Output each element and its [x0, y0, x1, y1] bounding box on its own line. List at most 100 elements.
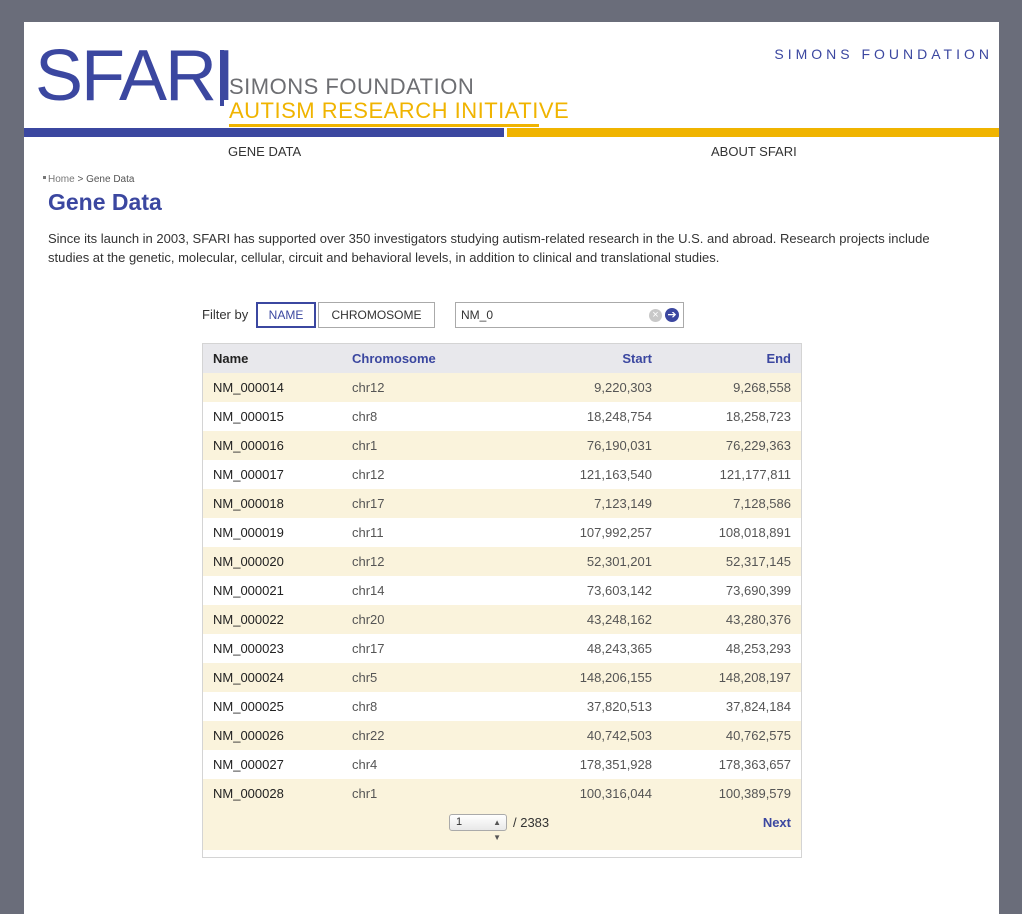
cell-name[interactable]: NM_000027: [203, 750, 352, 779]
cell-start: 48,243,365: [586, 641, 652, 656]
cell-end: 37,824,184: [725, 699, 791, 714]
cell-end: 76,229,363: [652, 431, 801, 460]
page: SFARI SIMONS FOUNDATION AUTISM RESEARCH …: [24, 22, 999, 914]
cell-name[interactable]: NM_000014: [203, 373, 352, 402]
cell-start: 76,190,031: [502, 431, 652, 460]
cell-end: 108,018,891: [718, 525, 791, 540]
breadcrumb-separator: >: [74, 174, 87, 185]
cell-end: 43,280,376: [652, 605, 801, 634]
cell-start: 7,123,149: [502, 489, 652, 518]
cell-start: 9,220,303: [502, 373, 652, 402]
cell-end: 18,258,723: [725, 409, 791, 424]
search-box: × ➔: [455, 302, 684, 328]
cell-chromosome: chr1: [352, 779, 502, 808]
table-row[interactable]: NM_000026 chr22 40,742,503 40,762,575: [203, 721, 801, 750]
cell-name[interactable]: NM_000019: [203, 518, 352, 547]
cell-chromosome: chr5: [352, 663, 502, 692]
cell-name[interactable]: NM_000017: [203, 460, 352, 489]
cell-chromosome: chr17: [352, 489, 502, 518]
search-input[interactable]: [461, 307, 641, 323]
gene-table-container: Name Chromosome Start End NM_000014 chr12…: [202, 343, 802, 858]
cell-start: 18,248,754: [586, 409, 652, 424]
table-row[interactable]: NM_000019 chr11 107,992,257 108,018,891: [203, 518, 801, 547]
column-header-name[interactable]: Name: [203, 344, 352, 373]
cell-start: 121,163,540: [579, 467, 652, 482]
cell-start: 178,351,928: [579, 757, 652, 772]
cell-start: 40,742,503: [502, 721, 652, 750]
column-header-start[interactable]: Start: [502, 344, 652, 373]
cell-name[interactable]: NM_000020: [203, 547, 352, 576]
cell-name[interactable]: NM_000015: [203, 402, 352, 431]
next-page-link[interactable]: Next: [763, 815, 791, 830]
arrow-right-icon[interactable]: ➔: [665, 308, 679, 322]
filter-chromosome-button[interactable]: CHROMOSOME: [318, 302, 435, 328]
cell-start: 107,992,257: [579, 525, 652, 540]
cell-chromosome: chr8: [352, 699, 378, 714]
table-header-row: Name Chromosome Start End: [203, 344, 801, 373]
cell-chromosome: chr4: [352, 757, 378, 772]
table-row[interactable]: NM_000027 chr4 178,351,928 178,363,657: [203, 750, 801, 779]
cell-name[interactable]: NM_000022: [203, 605, 352, 634]
cell-chromosome: chr11: [352, 525, 384, 540]
breadcrumb-current: Gene Data: [86, 174, 135, 185]
table-row[interactable]: NM_000022 chr20 43,248,162 43,280,376: [203, 605, 801, 634]
logo-line-1: SIMONS FOUNDATION: [229, 74, 475, 99]
filter-name-button[interactable]: NAME: [256, 302, 316, 328]
table-row[interactable]: NM_000025 chr8 37,820,513 37,824,184: [203, 692, 801, 721]
select-arrows-icon: ▲ ▼: [493, 818, 501, 842]
cell-chromosome: chr17: [352, 641, 385, 656]
cell-name[interactable]: NM_000026: [203, 721, 352, 750]
cell-start: 43,248,162: [502, 605, 652, 634]
cell-chromosome: chr12: [352, 373, 502, 402]
breadcrumb-home-link[interactable]: Home: [48, 174, 75, 185]
clear-icon[interactable]: ×: [649, 309, 662, 322]
table-row[interactable]: NM_000028 chr1 100,316,044 100,389,579: [203, 779, 801, 808]
nav-about-sfari[interactable]: ABOUT SFARI: [711, 144, 797, 159]
cell-end: 48,253,293: [725, 641, 791, 656]
table-row[interactable]: NM_000018 chr17 7,123,149 7,128,586: [203, 489, 801, 518]
simons-foundation-link[interactable]: SIMONS FOUNDATION: [774, 46, 993, 62]
page-total: / 2383: [513, 815, 550, 830]
nav-gene-data[interactable]: GENE DATA: [228, 144, 301, 159]
cell-name[interactable]: NM_000024: [203, 663, 352, 692]
cell-chromosome: chr22: [352, 721, 502, 750]
cell-name[interactable]: NM_000028: [203, 779, 352, 808]
table-row[interactable]: NM_000020 chr12 52,301,201 52,317,145: [203, 547, 801, 576]
pager: 1 ▲ ▼ / 2383 Next: [203, 808, 801, 850]
page-select-value: 1: [456, 816, 463, 828]
cell-name[interactable]: NM_000023: [203, 634, 352, 663]
cell-end: 100,389,579: [652, 779, 801, 808]
nav-stripe-blue: [24, 128, 504, 137]
column-header-end[interactable]: End: [652, 344, 801, 373]
table-row[interactable]: NM_000023 chr17 48,243,365 48,253,293: [203, 634, 801, 663]
logo-line-2: AUTISM RESEARCH INITIATIVE: [229, 98, 570, 123]
cell-end: 73,690,399: [725, 583, 791, 598]
cell-name[interactable]: NM_000018: [203, 489, 352, 518]
cell-chromosome: chr14: [352, 583, 385, 598]
table-row[interactable]: NM_000015 chr8 18,248,754 18,258,723: [203, 402, 801, 431]
cell-start: 100,316,044: [502, 779, 652, 808]
column-header-chromosome[interactable]: Chromosome: [352, 344, 502, 373]
gene-table: Name Chromosome Start End NM_000014 chr12…: [203, 344, 801, 808]
cell-end: 148,208,197: [652, 663, 801, 692]
table-row[interactable]: NM_000021 chr14 73,603,142 73,690,399: [203, 576, 801, 605]
cell-start: 73,603,142: [586, 583, 652, 598]
table-row[interactable]: NM_000017 chr12 121,163,540 121,177,811: [203, 460, 801, 489]
cell-start: 37,820,513: [586, 699, 652, 714]
cell-name[interactable]: NM_000016: [203, 431, 352, 460]
cell-name[interactable]: NM_000021: [203, 576, 352, 605]
cell-end: 178,363,657: [718, 757, 791, 772]
cell-chromosome: chr20: [352, 605, 502, 634]
cell-chromosome: chr1: [352, 431, 502, 460]
cell-name[interactable]: NM_000025: [203, 692, 352, 721]
intro-text: Since its launch in 2003, SFARI has supp…: [48, 231, 930, 265]
cell-end: 9,268,558: [652, 373, 801, 402]
table-row[interactable]: NM_000024 chr5 148,206,155 148,208,197: [203, 663, 801, 692]
logo-underline: [229, 124, 539, 127]
page-select[interactable]: 1 ▲ ▼: [449, 814, 507, 842]
table-row[interactable]: NM_000014 chr12 9,220,303 9,268,558: [203, 373, 801, 402]
page-title: Gene Data: [48, 189, 162, 215]
logo-wordmark: SFARI: [35, 36, 235, 116]
breadcrumb: Home > Gene Data: [43, 174, 134, 185]
table-row[interactable]: NM_000016 chr1 76,190,031 76,229,363: [203, 431, 801, 460]
